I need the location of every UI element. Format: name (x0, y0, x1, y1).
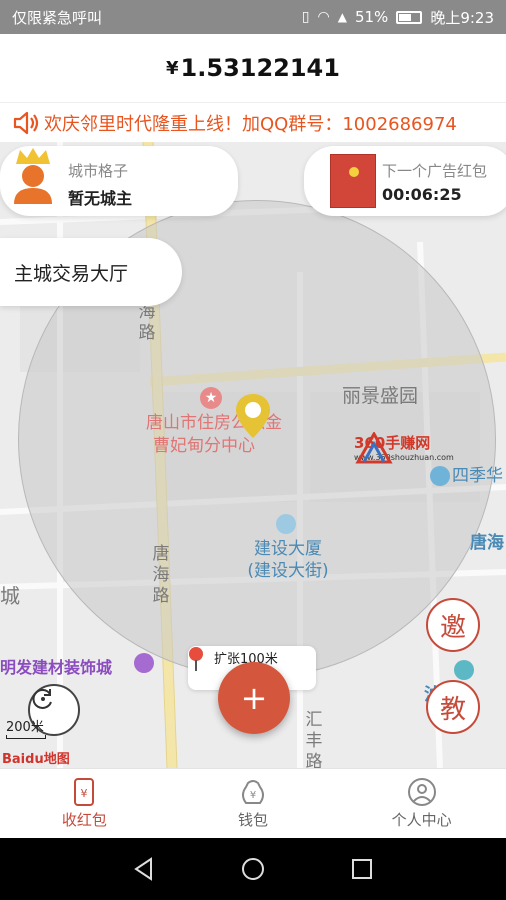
ad-countdown: 00:06:25 (382, 185, 462, 204)
bottom-tab-bar: ¥ 收红包 ¥ 钱包 个人中心 (0, 768, 506, 838)
add-fab-button[interactable]: + (218, 662, 290, 734)
user-tab-icon (407, 778, 436, 806)
vibrate-icon: ▯ (301, 9, 310, 25)
watermark: 360手赚网 www.360shouzhuan.com (354, 432, 454, 464)
owner-card-label: 城市格子 (68, 162, 129, 180)
home-icon[interactable] (240, 856, 266, 882)
city-owner-card[interactable]: 城市格子 暂无城主 (0, 146, 238, 216)
baidu-logo: Baidu地图 (2, 752, 70, 767)
balance-display: ¥ 1.53122141 (0, 34, 506, 102)
map-label-jianshe: 建设大厦 (254, 539, 322, 559)
wifi-icon: ◠ (317, 9, 330, 25)
recents-icon[interactable] (349, 856, 375, 882)
map-label-siji: 四季华 (452, 466, 503, 486)
ad-card-label: 下一个广告红包 (382, 162, 488, 180)
balance-amount: 1.53122141 (180, 54, 340, 82)
location-pin-icon (236, 394, 270, 438)
map-label-mingfa: 明发建材装饰城 (0, 658, 113, 677)
clock: 晚上9:23 (430, 8, 494, 27)
tab-label: 个人中心 (391, 811, 452, 829)
watermark-logo-icon (355, 432, 393, 464)
owner-card-value: 暂无城主 (68, 189, 133, 208)
map-label-jianshe-sub: (建设大街) (247, 561, 329, 581)
tab-label: 收红包 (61, 811, 107, 829)
poi-building-icon (454, 660, 474, 680)
svg-text:¥: ¥ (81, 787, 88, 800)
map-label-tanghai-road: 唐海路 (152, 544, 170, 606)
red-pin-icon (189, 647, 203, 671)
status-bar: 仅限紧急呼叫 ▯ ◠ ▲ 51% 晚上9:23 (0, 0, 506, 34)
back-icon[interactable] (131, 856, 157, 882)
plus-icon: + (240, 679, 268, 717)
tab-label: 钱包 (238, 811, 269, 829)
poi-building-icon (430, 466, 450, 486)
crown-avatar-icon (14, 148, 52, 204)
map-label-tanghai-right: 唐海 (470, 533, 504, 553)
map-label-cheng: 城 (0, 584, 20, 608)
shopping-bag-icon (134, 653, 154, 673)
ad-redpacket-card[interactable]: 下一个广告红包 00:06:25 (304, 146, 506, 216)
map-scale: 200米 (6, 716, 46, 739)
speaker-icon (13, 111, 39, 134)
poi-building-icon (276, 514, 296, 534)
tab-profile[interactable]: 个人中心 (337, 769, 506, 838)
map-view[interactable]: 海路 唐山市住房公积金 曹妃甸分中心 丽景盛园 ★ 360手赚网 www.360… (0, 142, 506, 768)
teach-button[interactable]: 教 (426, 680, 480, 734)
scale-label: 200米 (6, 720, 44, 735)
carrier-text: 仅限紧急呼叫 (12, 8, 103, 27)
map-label-hailu: 海路 (138, 302, 156, 343)
tab-wallet[interactable]: ¥ 钱包 (169, 769, 338, 838)
notice-bar[interactable]: 欢庆邻里时代隆重上线！加QQ群号：1002686974 (0, 102, 506, 142)
trading-hall-button[interactable]: 主城交易大厅 (0, 238, 182, 306)
currency-symbol: ¥ (166, 57, 179, 79)
trading-hall-label: 主城交易大厅 (14, 262, 129, 285)
wallet-tab-icon: ¥ (242, 780, 264, 804)
poi-star-icon: ★ (200, 387, 222, 409)
red-envelope-icon (330, 154, 376, 208)
svg-text:¥: ¥ (250, 790, 256, 801)
battery-icon (396, 10, 423, 24)
map-label-liyuan: 丽景盛园 (342, 385, 419, 407)
signal-icon: ▲ (337, 10, 347, 24)
refresh-locate-icon (32, 689, 52, 709)
tab-collect-redpacket[interactable]: ¥ 收红包 (0, 769, 169, 838)
system-nav-bar (0, 838, 506, 900)
redpacket-tab-icon: ¥ (74, 778, 95, 806)
notice-text: 欢庆邻里时代隆重上线！加QQ群号：1002686974 (44, 113, 457, 135)
map-label-huifeng: 汇丰路 (305, 710, 323, 768)
invite-button[interactable]: 邀 (426, 598, 480, 652)
battery-percent: 51% (354, 8, 389, 26)
